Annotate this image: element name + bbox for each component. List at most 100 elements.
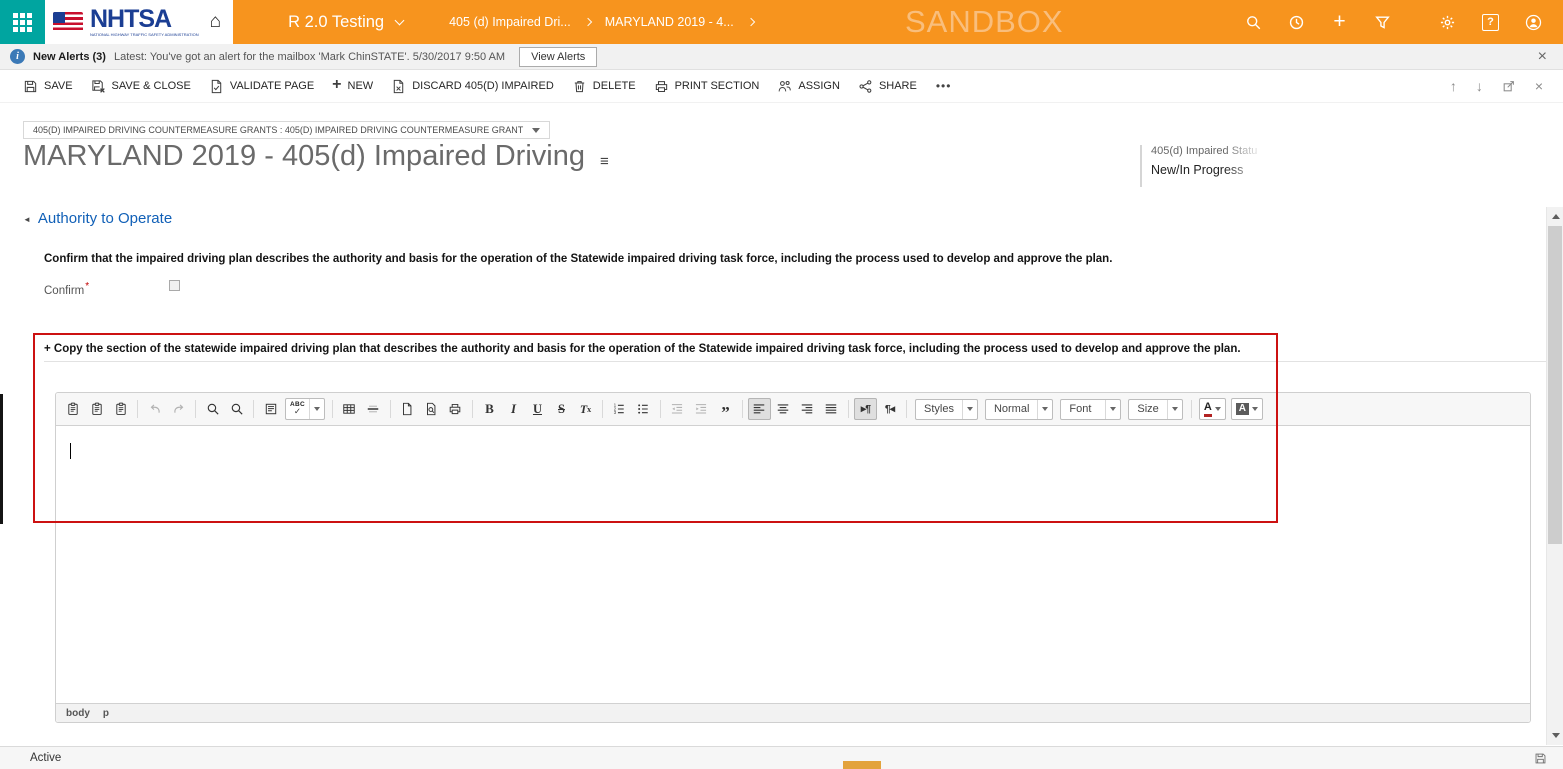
background-color-button[interactable]: A <box>1231 398 1263 420</box>
settings-button[interactable] <box>1426 14 1469 31</box>
spellcheck-button[interactable]: ABC✓ <box>285 398 325 420</box>
italic-button[interactable]: I <box>502 398 525 420</box>
font-dropdown-label: Font <box>1061 400 1105 419</box>
paste-button[interactable] <box>61 398 84 420</box>
user-menu-button[interactable] <box>1512 14 1555 31</box>
rich-text-editor: ABC✓ B I U S Tx ” ▸¶ ¶◂ Styles Normal F <box>55 392 1531 723</box>
blockquote-button[interactable]: ” <box>714 398 737 420</box>
new-button[interactable]: +NEW <box>332 79 373 93</box>
help-button[interactable]: ? <box>1469 14 1512 31</box>
paste-as-text-button[interactable] <box>85 398 108 420</box>
assign-button[interactable]: ASSIGN <box>777 79 840 94</box>
discard-label: DISCARD 405(D) IMPAIRED <box>412 80 554 92</box>
previous-record-button[interactable]: ↑ <box>1450 79 1457 93</box>
breadcrumb-record[interactable]: MARYLAND 2019 - 4... <box>605 15 734 29</box>
confirm-checkbox[interactable] <box>169 280 180 291</box>
app-launcher-button[interactable] <box>0 0 45 44</box>
recent-items-button[interactable] <box>1275 14 1318 31</box>
save-and-close-button[interactable]: SAVE & CLOSE <box>91 79 191 94</box>
more-commands-button[interactable]: ••• <box>936 79 952 93</box>
decrease-indent-button[interactable] <box>666 398 689 420</box>
assign-label: ASSIGN <box>798 80 840 92</box>
clipboard-text-icon <box>90 402 104 416</box>
home-icon[interactable]: ⌂ <box>210 11 221 33</box>
new-label: NEW <box>348 80 374 92</box>
path-body-element[interactable]: body <box>66 708 90 719</box>
text-direction-ltr-button[interactable]: ▸¶ <box>854 398 877 420</box>
new-page-button[interactable] <box>396 398 419 420</box>
find-button[interactable] <box>201 398 224 420</box>
record-type-selector[interactable]: 405(D) IMPAIRED DRIVING COUNTERMEASURE G… <box>23 121 550 139</box>
form-selector-icon[interactable]: ≡ <box>600 153 609 170</box>
align-left-button[interactable] <box>748 398 771 420</box>
gear-icon <box>1439 14 1456 31</box>
caret-down-icon <box>314 407 320 411</box>
align-justify-button[interactable] <box>820 398 843 420</box>
paste-from-word-button[interactable] <box>109 398 132 420</box>
underline-button[interactable]: U <box>526 398 549 420</box>
section-authority-to-operate[interactable]: ◄ Authority to Operate <box>23 210 172 227</box>
table-icon <box>342 402 356 416</box>
text-color-button[interactable]: A <box>1199 398 1226 420</box>
format-caret <box>1037 400 1052 419</box>
discard-button[interactable]: DISCARD 405(D) IMPAIRED <box>391 79 554 94</box>
redo-button[interactable] <box>167 398 190 420</box>
scroll-down-button[interactable] <box>1547 727 1563 744</box>
undo-button[interactable] <box>143 398 166 420</box>
breadcrumb-entity[interactable]: 405 (d) Impaired Dri... <box>449 15 571 29</box>
scroll-up-button[interactable] <box>1547 208 1563 225</box>
printer-icon <box>448 402 462 416</box>
close-icon[interactable]: × <box>1535 79 1543 93</box>
select-all-button[interactable] <box>259 398 282 420</box>
trash-icon <box>572 79 587 94</box>
preview-button[interactable] <box>420 398 443 420</box>
scrollbar-thumb[interactable] <box>1548 226 1562 544</box>
copy-section-label[interactable]: + Copy the section of the statewide impa… <box>44 343 1241 355</box>
increase-indent-button[interactable] <box>690 398 713 420</box>
path-p-element[interactable]: p <box>103 708 109 719</box>
format-dropdown[interactable]: Normal <box>985 399 1053 420</box>
numbered-list-button[interactable] <box>608 398 631 420</box>
print-section-button[interactable]: PRINT SECTION <box>654 79 760 94</box>
delete-button[interactable]: DELETE <box>572 79 636 94</box>
spellcheck-caret <box>309 399 324 419</box>
close-icon[interactable]: × <box>1538 49 1553 65</box>
popout-icon[interactable] <box>1502 79 1516 93</box>
align-right-button[interactable] <box>796 398 819 420</box>
horizontal-rule-button[interactable] <box>362 398 385 420</box>
editor-content-area[interactable] <box>56 426 1530 703</box>
strikethrough-button[interactable]: S <box>550 398 573 420</box>
remove-format-button[interactable]: Tx <box>574 398 597 420</box>
toolbar-separator <box>602 400 603 418</box>
undo-icon <box>148 402 162 416</box>
unsaved-changes-save-button[interactable] <box>1534 752 1547 765</box>
advanced-find-button[interactable] <box>1361 14 1404 31</box>
styles-dropdown[interactable]: Styles <box>915 399 978 420</box>
text-direction-rtl-button[interactable]: ¶◂ <box>878 398 901 420</box>
next-record-button[interactable]: ↓ <box>1476 79 1483 93</box>
record-state-label: Active <box>30 752 61 764</box>
check-icon: ✓ <box>294 408 301 416</box>
replace-button[interactable] <box>225 398 248 420</box>
document-magnifier-icon <box>424 402 438 416</box>
app-title-menu[interactable]: R 2.0 Testing <box>288 13 403 32</box>
bold-button[interactable]: B <box>478 398 501 420</box>
align-center-button[interactable] <box>772 398 795 420</box>
vertical-scrollbar[interactable] <box>1546 207 1563 745</box>
toolbar-separator <box>1191 400 1192 418</box>
bullet-list-button[interactable] <box>632 398 655 420</box>
toolbar-separator <box>253 400 254 418</box>
floppy-icon <box>23 79 38 94</box>
save-button[interactable]: SAVE <box>23 79 73 94</box>
insert-table-button[interactable] <box>338 398 361 420</box>
confirm-field-label: Confirm* <box>44 285 89 297</box>
search-button[interactable] <box>1232 14 1275 31</box>
quick-create-button[interactable]: + <box>1318 11 1361 32</box>
print-button[interactable] <box>444 398 467 420</box>
share-button[interactable]: SHARE <box>858 79 917 94</box>
font-dropdown[interactable]: Font <box>1060 399 1121 420</box>
nhtsa-logo[interactable]: NHTSA NATIONAL HIGHWAY TRAFFIC SAFETY AD… <box>45 0 233 44</box>
size-dropdown[interactable]: Size <box>1128 399 1182 420</box>
view-alerts-button[interactable]: View Alerts <box>519 47 597 67</box>
validate-page-button[interactable]: VALIDATE PAGE <box>209 79 314 94</box>
